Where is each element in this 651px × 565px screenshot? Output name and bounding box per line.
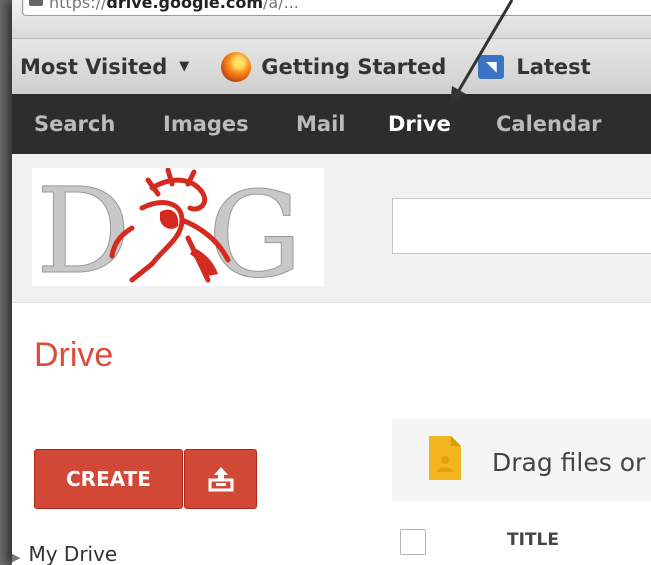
bookmark-getting-started[interactable]: Getting Started [221, 51, 447, 82]
sidebar-item-label: My Drive [28, 542, 118, 565]
upload-icon [208, 467, 233, 492]
firefox-icon [221, 51, 252, 82]
sidebar-item-my-drive[interactable]: ▶ My Drive [12, 542, 117, 565]
drop-zone[interactable]: Drag files or [392, 418, 651, 502]
svg-text:G: G [208, 168, 302, 286]
drive-header: D G [12, 154, 651, 305]
svg-text:D: D [36, 168, 131, 286]
create-button[interactable]: CREATE [34, 449, 183, 509]
google-bar: Search Images Mail Drive Calendar [12, 94, 651, 154]
bookmark-label: Latest [516, 54, 591, 79]
search-input[interactable] [392, 198, 651, 254]
column-header-title[interactable]: TITLE [507, 530, 559, 550]
url-input[interactable]: https://drive.google.com/a/... [22, 0, 651, 16]
gbar-calendar[interactable]: Calendar [496, 112, 602, 136]
bookmark-most-visited[interactable]: Most Visited ▼ [20, 55, 189, 79]
url-text: https://drive.google.com/a/... [49, 0, 299, 12]
bookmark-label: Most Visited [20, 54, 168, 79]
rss-feed-icon: ◥ [478, 54, 505, 79]
browser-window: https://drive.google.com/a/... Most Visi… [12, 0, 651, 565]
address-bar-area: https://drive.google.com/a/... [12, 0, 651, 38]
expand-triangle-icon[interactable]: ▶ [12, 551, 20, 564]
select-all-checkbox[interactable] [400, 529, 426, 555]
bookmark-latest[interactable]: ◥ Latest [478, 54, 591, 79]
chevron-down-icon: ▼ [179, 59, 190, 74]
logo-graphic: D G [36, 162, 303, 305]
gbar-mail[interactable]: Mail [296, 112, 345, 136]
file-list-header: TITLE [392, 510, 651, 565]
gbar-drive[interactable]: Drive [388, 112, 451, 136]
page-title: Drive [34, 336, 114, 374]
bookmarks-toolbar: Most Visited ▼ Getting Started ◥ Latest [12, 38, 651, 95]
document-icon [429, 436, 461, 480]
upload-button[interactable] [184, 449, 257, 509]
bookmark-label: Getting Started [261, 54, 447, 79]
gbar-images[interactable]: Images [163, 112, 249, 136]
page-icon [29, 0, 43, 6]
school-logo[interactable]: D G [32, 162, 324, 305]
drop-hint-text: Drag files or [492, 448, 646, 477]
gbar-search[interactable]: Search [34, 112, 115, 136]
